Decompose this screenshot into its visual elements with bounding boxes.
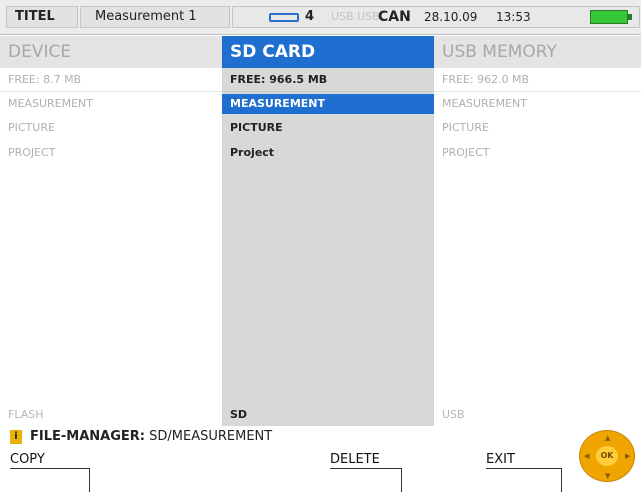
copy-button[interactable]: COPY: [10, 452, 45, 468]
down-arrow-icon[interactable]: ▼: [605, 472, 610, 480]
divider: [434, 91, 641, 92]
can-indicator: CAN: [378, 9, 411, 25]
usb-footer-label: USB: [434, 404, 641, 426]
file-manager-status: FILE-MANAGER: SD/MEASUREMENT: [30, 428, 272, 446]
measurement-title: Measurement 1: [80, 6, 230, 28]
device-folder-project[interactable]: PROJECT: [0, 143, 222, 163]
usb-memory-column[interactable]: USB MEMORY FREE: 962.0 MB MEASUREMENT PI…: [434, 36, 641, 404]
info-icon: i: [10, 430, 22, 444]
sd-folder-picture[interactable]: PICTURE: [222, 118, 434, 138]
divider: [222, 91, 434, 92]
sd-footer-label: SD: [222, 404, 434, 426]
battery-tip: [628, 14, 632, 20]
battery-pack-icon: [269, 13, 299, 22]
ok-button[interactable]: OK: [596, 446, 618, 466]
copy-button-bracket: [10, 468, 90, 492]
device-column[interactable]: DEVICE FREE: 8.7 MB MEASUREMENT PICTURE …: [0, 36, 222, 404]
sd-card-column-header[interactable]: SD CARD: [222, 36, 434, 68]
exit-button-bracket: [486, 468, 562, 492]
usb-free-space: FREE: 962.0 MB: [442, 73, 530, 86]
usb-indicator: USB USB: [331, 10, 380, 23]
file-manager-label: FILE-MANAGER:: [30, 429, 145, 444]
device-folder-measurement[interactable]: MEASUREMENT: [0, 94, 222, 114]
usb-folder-project[interactable]: PROJECT: [434, 143, 641, 163]
exit-button[interactable]: EXIT: [486, 452, 515, 468]
sd-free-space: FREE: 966.5 MB: [230, 73, 328, 86]
left-arrow-icon[interactable]: ◀: [584, 452, 589, 460]
sd-card-column[interactable]: SD CARD FREE: 966.5 MB MEASUREMENT PICTU…: [222, 36, 434, 404]
device-label: TITEL: [6, 6, 78, 28]
battery-level-icon: [590, 10, 628, 24]
time: 13:53: [496, 10, 531, 24]
status-bar: TITEL Measurement 1: [0, 0, 641, 35]
up-arrow-icon[interactable]: ▲: [605, 434, 610, 442]
usb-folder-picture[interactable]: PICTURE: [434, 118, 641, 138]
delete-button-bracket: [330, 468, 402, 492]
date: 28.10.09: [424, 10, 478, 24]
battery-count: 4: [305, 9, 315, 24]
device-folder-picture[interactable]: PICTURE: [0, 118, 222, 138]
divider: [0, 91, 222, 92]
sd-folder-project[interactable]: Project: [222, 143, 434, 163]
device-footer-label: FLASH: [0, 404, 222, 426]
device-free-space: FREE: 8.7 MB: [8, 73, 82, 86]
sd-folder-measurement[interactable]: MEASUREMENT: [222, 94, 434, 114]
delete-button[interactable]: DELETE: [330, 452, 380, 468]
current-path: SD/MEASUREMENT: [149, 429, 273, 444]
device-column-header[interactable]: DEVICE: [0, 36, 222, 68]
right-arrow-icon[interactable]: ▶: [625, 452, 630, 460]
usb-folder-measurement[interactable]: MEASUREMENT: [434, 94, 641, 114]
usb-memory-column-header[interactable]: USB MEMORY: [434, 36, 641, 68]
